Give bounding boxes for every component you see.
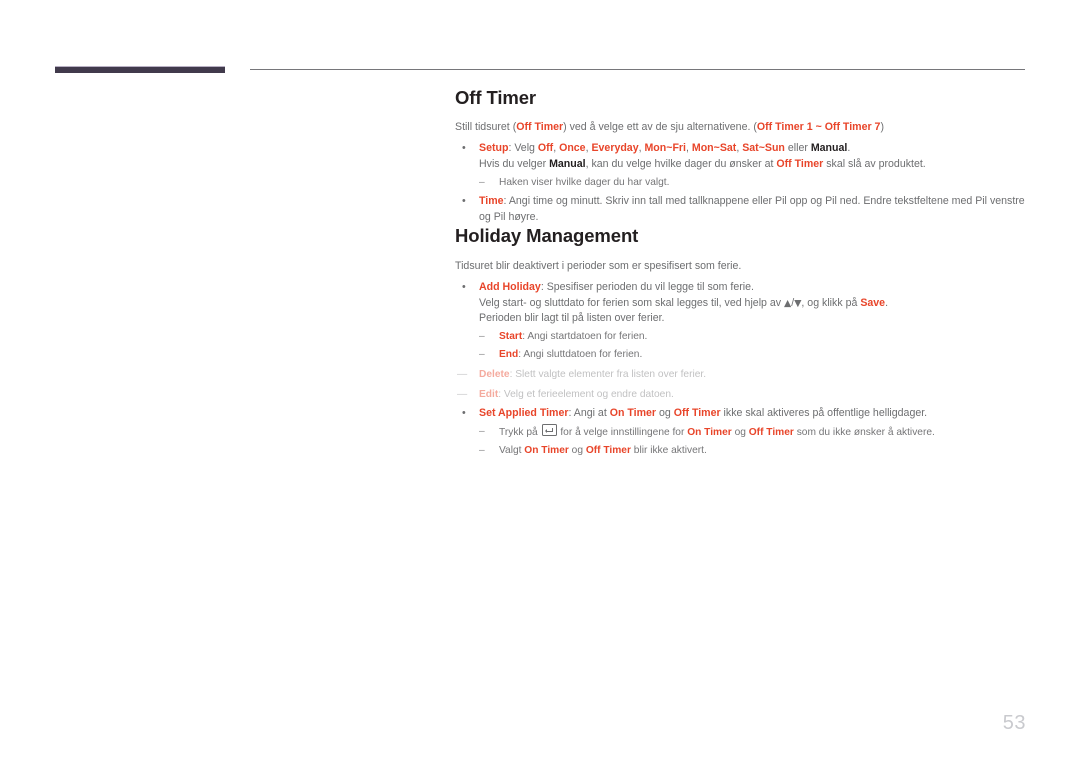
text-run: Tidsuret blir deaktivert i perioder som …	[455, 259, 742, 272]
keyword-term: Edit	[479, 389, 499, 401]
list-item-continuation: Hvis du velger Manual, kan du velge hvil…	[479, 157, 1027, 173]
keyword-term: Setup	[479, 142, 509, 155]
keyword-term: Off Timer	[516, 121, 564, 134]
bold-term: Manual	[810, 142, 848, 155]
text-run: .	[847, 142, 851, 155]
keyword-term: Off Timer	[748, 427, 794, 439]
keyword-term: Off Timer 1 ~ Off Timer 7	[756, 121, 881, 134]
keyword-term: Off Timer	[585, 444, 631, 456]
bullet-marker: •	[462, 195, 466, 208]
text-run: .	[885, 296, 889, 309]
list-item-continuation: Perioden blir lagt til på listen over fe…	[479, 311, 1027, 327]
text-run: Haken viser hvilke dager du har valgt.	[499, 177, 670, 189]
text-run: og	[731, 427, 749, 439]
text-run: , kan du velge hvilke dager du ønsker at	[585, 158, 777, 171]
header-rule	[250, 69, 1025, 70]
sub-list: – Start: Angi startdatoen for ferien. – End…	[479, 329, 1027, 362]
enter-key-icon	[541, 424, 557, 437]
bullet-marker: •	[462, 142, 466, 155]
dash-marker: —	[457, 368, 467, 380]
text-run: )	[880, 121, 884, 134]
text-run: : Angi sluttdatoen for ferien.	[518, 348, 643, 360]
list-item-setup: • Setup: Velg Off, Once, Everyday, Mon~Fr…	[455, 141, 1027, 190]
text-run: Perioden blir lagt til på listen over fe…	[479, 312, 665, 325]
list-item-set-applied-timer: • Set Applied Timer: Angi at On Timer og …	[455, 406, 1027, 457]
list-item-haken-viser: – Haken viser hvilke dager du har valgt.	[479, 175, 1027, 190]
list-item-delete: — Delete: Slett valgte elementer fra list…	[457, 367, 1027, 382]
text-run: og	[656, 407, 674, 420]
text-run: ) ved å velge ett av de sju alternativen…	[563, 121, 757, 134]
keyword-term: End	[499, 348, 519, 360]
list-item-add-holiday: • Add Holiday: Spesifiser perioden du vil…	[455, 280, 1027, 403]
list-item-continuation: Velg start- og sluttdato for ferien som …	[479, 296, 1027, 312]
text-run: som du ikke ønsker å aktivere.	[793, 427, 935, 439]
keyword-term: Off	[537, 142, 554, 155]
keyword-term: Once	[559, 142, 586, 155]
keyword-term: Mon~Sat	[691, 142, 737, 155]
sub-list: – Trykk på for å velge innstillingene for…	[479, 424, 1027, 458]
bullet-marker: •	[462, 407, 466, 420]
keyword-term: Set Applied Timer	[479, 407, 569, 420]
text-run: Velg start- og sluttdato for ferien som …	[479, 296, 785, 309]
text-run: : Angi at	[568, 407, 610, 420]
text-run: Still tidsuret (	[455, 121, 517, 134]
keyword-term: Mon~Fri	[644, 142, 686, 155]
keyword-term: Off Timer	[776, 158, 824, 171]
dash-marker: –	[479, 426, 485, 438]
keyword-term: On Timer	[687, 427, 732, 439]
text-run: ikke skal aktiveres på offentlige hellig…	[720, 407, 928, 420]
text-run: Hvis du velger	[479, 158, 550, 171]
keyword-term: Save	[860, 296, 886, 309]
dash-marker: –	[479, 331, 485, 343]
text-run: Trykk på	[499, 427, 541, 439]
keyword-term: Sat~Sun	[742, 142, 785, 155]
text-run: : Angi startdatoen for ferien.	[522, 331, 648, 343]
text-run: : Angi time og minutt. Skriv inn tall me…	[479, 195, 1025, 224]
list-item-valgt-timer: – Valgt On Timer og Off Timer blir ikke a…	[479, 443, 1027, 458]
sub-list-faded: — Delete: Slett valgte elementer fra list…	[457, 367, 1027, 403]
page-number: 53	[1002, 712, 1026, 734]
holiday-intro: Tidsuret blir deaktivert i perioder som …	[455, 259, 1027, 274]
text-run: : Spesifiser perioden du vil legge til s…	[540, 280, 754, 293]
page-title-holiday-management: Holiday Management	[455, 225, 639, 247]
text-run: Valgt	[499, 444, 525, 456]
dash-marker: —	[457, 389, 467, 401]
text-run: eller	[784, 142, 811, 155]
bold-term: Manual	[549, 158, 586, 171]
page-header	[0, 0, 1080, 80]
keyword-term: Add Holiday	[479, 280, 541, 293]
keyword-term: Start	[499, 331, 523, 343]
off-timer-list: • Setup: Velg Off, Once, Everyday, Mon~Fr…	[455, 141, 1027, 226]
text-run: for å velge innstillingene for	[557, 427, 688, 439]
list-item-time: • Time: Angi time og minutt. Skriv inn ta…	[455, 194, 1027, 226]
keyword-term: Off Timer	[673, 407, 721, 420]
keyword-term: On Timer	[609, 407, 657, 420]
text-run: skal slå av produktet.	[823, 158, 926, 171]
text-run: : Slett valgte elementer fra listen over…	[509, 368, 707, 380]
keyword-term: Time	[479, 195, 504, 208]
list-item-edit: — Edit: Velg et ferieelement og endre dat…	[457, 387, 1027, 402]
text-run: : Velg	[508, 142, 538, 155]
keyword-term: On Timer	[524, 444, 569, 456]
text-run: og	[568, 444, 586, 456]
dash-marker: –	[479, 348, 485, 360]
off-timer-intro: Still tidsuret (Off Timer) ved å velge e…	[455, 120, 1027, 135]
list-item-start: – Start: Angi startdatoen for ferien.	[479, 329, 1027, 344]
header-accent-bar	[55, 66, 225, 73]
sub-list: – Haken viser hvilke dager du har valgt.	[479, 175, 1027, 190]
dash-marker: –	[479, 177, 485, 189]
bullet-marker: •	[462, 280, 466, 293]
page-title-off-timer: Off Timer	[455, 87, 536, 108]
dash-marker: –	[479, 444, 485, 456]
text-run: blir ikke aktivert.	[630, 444, 707, 456]
list-item-trykk-pa-enter: – Trykk på for å velge innstillingene for…	[479, 424, 1027, 440]
keyword-term: Everyday	[591, 142, 639, 155]
text-run: : Velg et ferieelement og endre datoen.	[498, 389, 674, 401]
keyword-term: Delete	[479, 368, 510, 380]
list-item-end: – End: Angi sluttdatoen for ferien.	[479, 347, 1027, 362]
holiday-list: • Add Holiday: Spesifiser perioden du vil…	[455, 280, 1027, 458]
page-content: Off Timer Still tidsuret (Off Timer) ved…	[455, 87, 1027, 458]
text-run: , og klikk på	[801, 296, 861, 309]
